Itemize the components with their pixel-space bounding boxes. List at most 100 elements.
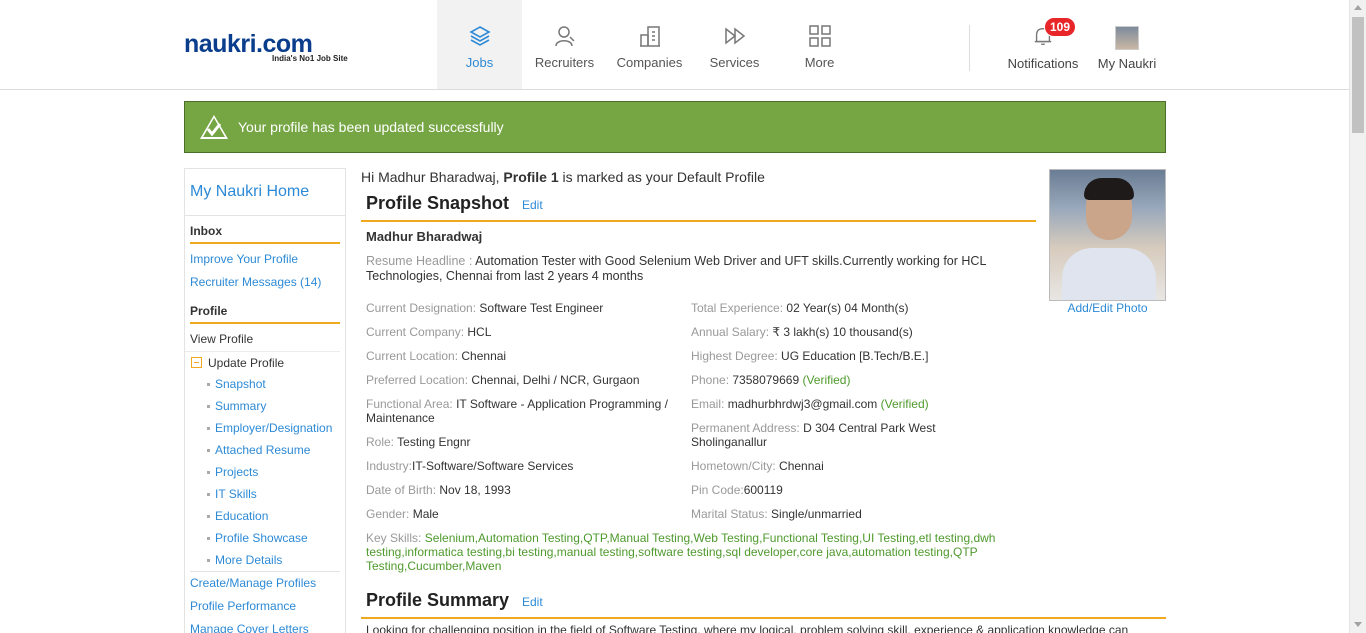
field-highest-degree: Highest Degree: UG Education [B.Tech/B.E… [691,349,1021,363]
field-label: Email: [691,397,728,411]
add-edit-photo-link[interactable]: Add/Edit Photo [1049,301,1166,315]
nav-recruiters[interactable]: Recruiters [522,0,607,89]
sidebar-item-attached-resume[interactable]: Attached Resume [185,439,345,461]
page: naukri.com India's No1 Job Site Jobs Rec… [0,0,1366,633]
candidate-name: Madhur Bharadwaj [366,229,483,244]
bullet-icon [207,404,210,408]
bullet-icon [207,470,210,474]
logo-tagline: India's No1 Job Site [272,54,348,63]
nav-services-label: Services [709,55,760,70]
top-header: naukri.com India's No1 Job Site Jobs Rec… [0,0,1349,90]
naukri-logo[interactable]: naukri.com India's No1 Job Site [184,30,369,70]
profile-summary-header: Profile Summary Edit [361,590,1166,619]
sidebar-item-it-skills[interactable]: IT Skills [185,483,345,505]
sidebar-item-employer[interactable]: Employer/Designation [185,417,345,439]
avatar [1115,26,1139,50]
nav-jobs-label: Jobs [465,55,494,70]
field-label: Functional Area: [366,397,457,411]
field-pin-code: Pin Code:600119 [691,483,1021,497]
field-label: Permanent Address: [691,421,804,435]
field-value: madhurbhrdwj3@gmail.com [727,397,878,411]
field-marital-status: Marital Status: Single/unmarried [691,507,1021,521]
snapshot-edit-link[interactable]: Edit [522,198,543,212]
main-nav: Jobs Recruiters Companies Services More [437,0,862,89]
field-label: Phone: [691,373,733,387]
field-current-location: Current Location: Chennai [366,349,681,363]
scroll-up-arrow-icon[interactable] [1354,5,1362,10]
improve-profile-link[interactable]: Improve Your Profile [185,248,345,271]
update-profile-toggle[interactable]: Update Profile [185,351,340,373]
key-skills-value: Selenium,Automation Testing,QTP,Manual T… [366,531,996,573]
my-naukri-home-link[interactable]: My Naukri Home [185,169,345,216]
recruiter-messages-link[interactable]: Recruiter Messages (14) [185,271,345,294]
key-skills: Key Skills: Selenium,Automation Testing,… [366,531,1016,573]
fast-forward-icon [724,27,745,45]
my-naukri-button[interactable]: My Naukri [1093,26,1161,71]
profile-performance-link[interactable]: Profile Performance [185,595,345,618]
notifications-count-badge: 109 [1044,17,1077,37]
field-functional-area: Functional Area: IT Software - Applicati… [366,397,681,425]
scrollbar-thumb[interactable] [1352,17,1364,133]
sidebar-item-more-details[interactable]: More Details [185,549,345,571]
key-skills-label: Key Skills: [366,531,425,545]
resume-headline-label: Resume Headline : [366,254,476,268]
layers-icon [468,26,491,46]
field-annual-salary: Annual Salary: ₹ 3 lakh(s) 10 thousand(s… [691,325,1021,339]
field-value: Single/unmarried [771,507,862,521]
field-value: 7358079669 [732,373,800,387]
nav-services[interactable]: Services [692,0,777,89]
page-scrollbar[interactable] [1349,0,1366,633]
nav-jobs[interactable]: Jobs [437,0,522,89]
checkmark-triangle-icon [200,115,228,139]
sidebar-item-label: Snapshot [215,377,266,391]
manage-cover-letters-link[interactable]: Manage Cover Letters [185,618,345,633]
field-label: Hometown/City: [691,459,780,473]
collapse-icon [191,357,202,368]
sidebar-item-snapshot[interactable]: Snapshot [185,373,345,395]
field-label: Role: [366,435,398,449]
field-label: Current Location: [366,349,462,363]
nav-more[interactable]: More [777,0,862,89]
sidebar-item-education[interactable]: Education [185,505,345,527]
field-value: HCL [467,325,492,339]
create-manage-profiles-link[interactable]: Create/Manage Profiles [185,572,345,595]
field-label: Marital Status: [691,507,772,521]
sidebar-item-label: Attached Resume [215,443,311,457]
field-value: UG Education [B.Tech/B.E.] [781,349,929,363]
field-current-company: Current Company: HCL [366,325,681,339]
sidebar-item-label: More Details [215,553,283,567]
field-date-of-birth: Date of Birth: Nov 18, 1993 [366,483,681,497]
field-value: IT-Software/Software Services [412,459,574,473]
profile-snapshot-title: Profile Snapshot [366,193,510,213]
sidebar-item-profile-showcase[interactable]: Profile Showcase [185,527,345,549]
field-phone: Phone: 7358079669 (Verified) [691,373,1021,387]
sidebar-item-label: Profile Showcase [215,531,308,545]
success-message: Your profile has been updated successful… [238,119,504,135]
nav-companies[interactable]: Companies [607,0,692,89]
field-value: 600119 [743,483,783,497]
field-value: Chennai, Delhi / NCR, Gurgaon [471,373,640,387]
summary-edit-link[interactable]: Edit [522,595,543,609]
field-label: Preferred Location: [366,373,472,387]
profile-snapshot-header: Profile Snapshot Edit [361,193,1036,222]
sidebar-item-summary[interactable]: Summary [185,395,345,417]
field-value: 02 Year(s) 04 Month(s) [786,301,909,315]
field-value: ₹ 3 lakh(s) 10 thousand(s) [772,325,913,339]
greeting-suffix: is marked as your Default Profile [558,169,765,185]
field-label: Current Designation: [366,301,480,315]
sidebar-item-projects[interactable]: Projects [185,461,345,483]
scroll-down-arrow-icon[interactable] [1354,622,1362,627]
notifications-button[interactable]: 109 Notifications [1000,17,1086,71]
profile-summary-text: Looking for challenging position in the … [366,623,1129,633]
view-profile-link[interactable]: View Profile [185,328,345,351]
bullet-icon [207,426,210,430]
success-alert: Your profile has been updated successful… [184,101,1166,153]
field-industry: Industry:IT-Software/Software Services [366,459,681,473]
notifications-label: Notifications [1007,56,1079,71]
photo-hair [1084,178,1134,200]
grid-icon [808,25,831,47]
field-label: Date of Birth: [366,483,440,497]
field-value: Testing Engnr [397,435,471,449]
field-total-experience: Total Experience: 02 Year(s) 04 Month(s) [691,301,1021,315]
bullet-icon [207,514,210,518]
